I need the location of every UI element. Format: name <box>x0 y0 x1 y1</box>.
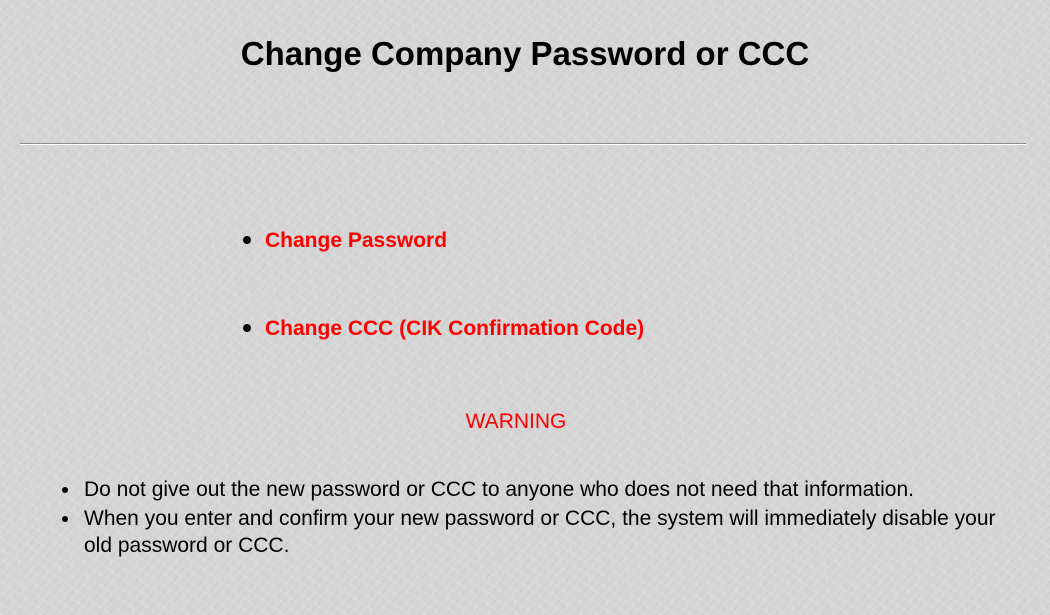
warning-list: Do not give out the new password or CCC … <box>60 476 1000 561</box>
warning-heading: WARNING <box>465 410 567 433</box>
warning-item: When you enter and confirm your new pass… <box>60 505 1000 559</box>
bullet-icon <box>243 236 251 244</box>
warning-item: Do not give out the new password or CCC … <box>60 476 1000 503</box>
change-password-link[interactable]: Change Password <box>265 229 447 252</box>
action-links-list: Change Password Change CCC (CIK Confirma… <box>243 222 644 398</box>
warning-item-text: When you enter and confirm your new pass… <box>84 507 996 557</box>
title-divider <box>20 143 1026 145</box>
bullet-icon <box>62 516 68 522</box>
list-item-change-ccc: Change CCC (CIK Confirmation Code) <box>243 310 644 348</box>
bullet-icon <box>62 487 68 493</box>
page-title: Change Company Password or CCC <box>240 35 810 72</box>
change-ccc-link[interactable]: Change CCC (CIK Confirmation Code) <box>265 317 644 340</box>
warning-item-text: Do not give out the new password or CCC … <box>84 478 914 501</box>
list-item-change-password: Change Password <box>243 222 644 260</box>
bullet-icon <box>243 324 251 332</box>
